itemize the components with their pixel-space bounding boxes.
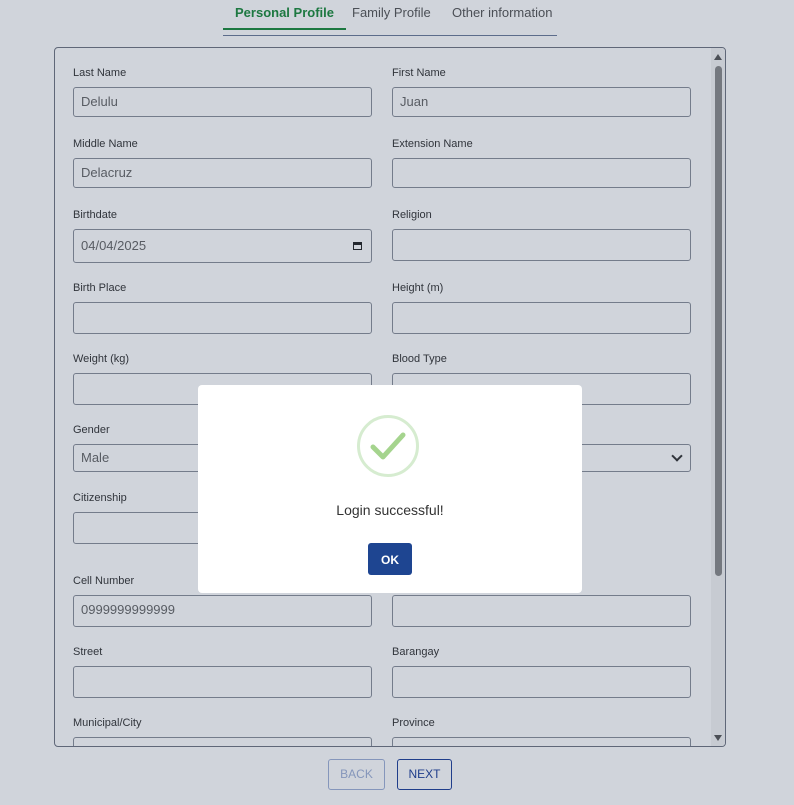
success-checkmark-icon [357, 415, 419, 477]
ok-button[interactable]: OK [368, 543, 412, 575]
dialog-message: Login successful! [336, 502, 444, 518]
login-success-dialog: Login successful! OK [198, 385, 582, 593]
